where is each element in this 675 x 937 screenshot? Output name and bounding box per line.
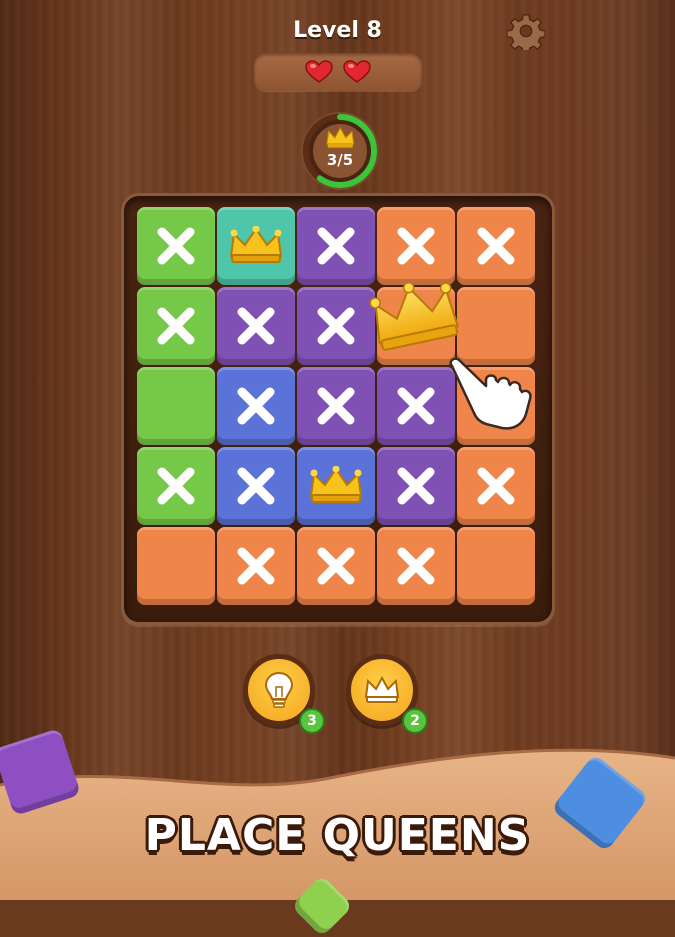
x-mark-icon xyxy=(397,547,435,585)
crown-icon xyxy=(309,466,363,503)
pointer-hand-icon xyxy=(449,357,532,430)
board-cell-r2-c1[interactable] xyxy=(137,287,215,365)
board-cell-r3-c1[interactable] xyxy=(137,367,215,445)
crown-icon xyxy=(229,226,283,263)
board-cell-r4-c2[interactable] xyxy=(217,447,295,525)
x-mark-icon xyxy=(237,307,275,345)
board-cell-r5-c1[interactable] xyxy=(137,527,215,605)
x-mark-icon xyxy=(157,467,195,505)
board-cell-r1-c3[interactable] xyxy=(297,207,375,285)
board-cell-r4-c3[interactable] xyxy=(297,447,375,525)
x-mark-icon xyxy=(317,227,355,265)
lightbulb-icon xyxy=(264,671,294,708)
x-mark-icon xyxy=(317,307,355,345)
board-cell-r1-c4[interactable] xyxy=(377,207,455,285)
x-mark-icon xyxy=(157,227,195,265)
place-queen-button[interactable]: 2 xyxy=(346,654,428,734)
board-cell-r3-c2[interactable] xyxy=(217,367,295,445)
x-mark-icon xyxy=(237,547,275,585)
board-cell-r5-c5[interactable] xyxy=(457,527,535,605)
x-mark-icon xyxy=(237,387,275,425)
board-cell-r3-c4[interactable] xyxy=(377,367,455,445)
x-mark-icon xyxy=(317,387,355,425)
board-cell-r5-c3[interactable] xyxy=(297,527,375,605)
level-title: Level 8 xyxy=(293,18,382,43)
board-cell-r1-c1[interactable] xyxy=(137,207,215,285)
gear-icon[interactable] xyxy=(507,12,545,50)
x-mark-icon xyxy=(477,467,515,505)
queen-progress-label: 3/5 xyxy=(326,151,354,169)
x-mark-icon xyxy=(477,227,515,265)
hint-button[interactable]: 3 xyxy=(243,654,325,734)
board-cell-r3-c3[interactable] xyxy=(297,367,375,445)
crown-icon xyxy=(364,675,400,703)
board-cell-r4-c5[interactable] xyxy=(457,447,535,525)
x-mark-icon xyxy=(317,547,355,585)
x-mark-icon xyxy=(397,387,435,425)
board-cell-r5-c4[interactable] xyxy=(377,527,455,605)
x-mark-icon xyxy=(397,467,435,505)
lives-bar xyxy=(254,53,422,91)
board-cell-r1-c5[interactable] xyxy=(457,207,535,285)
banner-title: PLACE QUEENS xyxy=(144,810,531,861)
board-cell-r1-c2[interactable] xyxy=(217,207,295,285)
heart-icon xyxy=(343,60,371,83)
x-mark-icon xyxy=(397,227,435,265)
x-mark-icon xyxy=(237,467,275,505)
board-cell-r4-c4[interactable] xyxy=(377,447,455,525)
board-cell-r4-c1[interactable] xyxy=(137,447,215,525)
board-cell-r5-c2[interactable] xyxy=(217,527,295,605)
heart-icon xyxy=(305,60,333,83)
board-cell-r2-c2[interactable] xyxy=(217,287,295,365)
x-mark-icon xyxy=(157,307,195,345)
